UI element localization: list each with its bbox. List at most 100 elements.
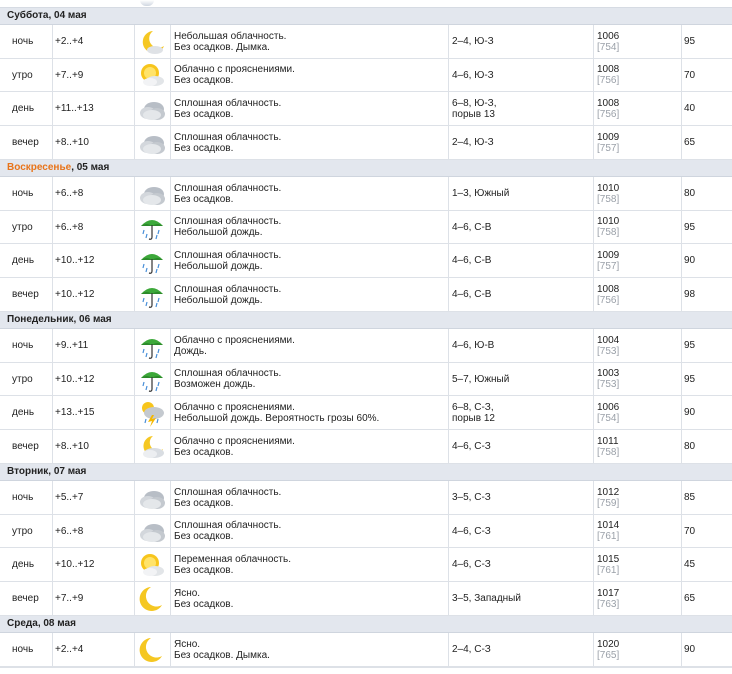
temperature: +6..+8 [55,211,135,243]
column-divider [593,92,594,125]
column-divider [170,244,171,277]
weather-description: Сплошная облачность. Без осадков. [174,177,449,210]
column-divider [52,126,53,159]
time-of-day-label: вечер [12,289,39,300]
day-name: Среда [7,618,38,629]
pressure-hpa: 1010 [597,216,620,227]
cloud-description: Сплошная облачность. [174,182,282,194]
humidity: 85 [684,481,724,514]
forecast-row: ночь +6..+8 Сплошная облачность. Без осадк… [0,177,732,211]
day-header: Суббота, 04 мая [0,8,732,25]
pressure: 1008 [756] [597,59,677,91]
column-divider [52,363,53,395]
day-date: , 08 мая [37,618,76,629]
weather-description: Небольшая облачность. Без осадков. Дымка. [174,25,449,58]
pressure: 1009 [757] [597,126,677,159]
wind-speed-direction: 4–6, Ю-З [452,69,494,81]
pressure: 1010 [758] [597,211,677,243]
thunderstorm-icon [138,399,166,427]
wind-lines: 4–6, С-В [452,289,491,300]
pressure-hpa: 1009 [597,249,620,261]
forecast-row: день +10..+12 Переменная облачность. Без о… [0,548,732,582]
pressure-hpa: 1004 [597,334,620,346]
wind: 2–4, Ю-З [452,25,592,58]
pressure-hpa: 1009 [597,131,620,143]
temperature-value: +11..+13 [55,103,94,114]
time-of-day: ночь [12,25,52,58]
precipitation-description: Небольшой дождь. Вероятность грозы 60%. [174,412,380,424]
wind-speed-direction: 6–8, С-З, [452,401,494,413]
pressure-mmhg: [756] [597,75,620,86]
temperature-value: +5..+7 [55,492,84,503]
day-header: Вторник, 07 мая [0,464,732,481]
weather-icon-cell [135,633,169,666]
humidity-value: 90 [684,407,696,418]
description-lines: Сплошная облачность. Возможен дождь. [174,368,281,390]
wind-speed-direction: 4–6, Ю-В [452,340,495,351]
weather-icon-cell [135,126,169,159]
pressure-lines: 1012 [759] [597,487,619,509]
pressure-hpa: 1011 [597,435,619,447]
pressure: 1008 [756] [597,278,677,311]
umbrella-rain-icon [138,281,166,309]
weather-description: Переменная облачность. Без осадков. [174,548,449,581]
temperature-value: +2..+4 [55,644,84,655]
wind: 4–6, С-З [452,430,592,463]
pressure-hpa: 1012 [597,486,620,498]
wind: 4–6, Ю-З [452,59,592,91]
humidity-value: 80 [684,441,696,452]
time-of-day: утро [12,363,52,395]
pressure-mmhg: [757] [597,142,620,154]
humidity-value: 45 [684,559,696,570]
humidity-value: 85 [684,492,696,503]
pressure-mmhg: [754] [597,412,620,424]
pressure-lines: 1008 [756] [597,98,619,120]
temperature-value: +8..+10 [55,441,89,452]
pressure-hpa: 1017 [597,587,620,599]
time-of-day: ночь [12,633,52,666]
pressure-lines: 1008 [756] [597,284,619,306]
weather-description: Облачно с прояснениями. Без осадков. [174,430,449,463]
humidity: 80 [684,430,724,463]
column-divider [52,481,53,514]
wind: 4–6, С-З [452,548,592,581]
humidity-value: 65 [684,137,696,148]
time-of-day-label: день [12,255,35,266]
cloud-description: Облачно с прояснениями. [174,334,295,346]
cloud-description: Сплошная облачность. [174,486,282,498]
temperature: +10..+12 [55,363,135,395]
pressure: 1009 [757] [597,244,677,277]
time-of-day-label: утро [12,221,33,233]
humidity-value: 90 [684,255,696,266]
pressure-hpa: 1015 [597,553,620,565]
column-divider [52,396,53,429]
cloud-description: Сплошная облачность. [174,97,282,109]
pressure-hpa: 1010 [597,182,620,194]
precipitation-description: Без осадков. [174,108,234,120]
pressure-mmhg: [756] [597,294,620,306]
weather-icon-cell [135,329,169,362]
pressure-hpa: 1008 [597,97,620,109]
time-of-day: ночь [12,329,52,362]
time-of-day-label: день [12,559,35,570]
column-divider [681,126,682,159]
column-divider [593,278,594,311]
time-of-day-label: день [12,407,35,418]
description-lines: Сплошная облачность. Без осадков. [174,520,281,542]
cloud-description: Небольшая облачность. [174,30,287,42]
pressure-mmhg: [761] [597,564,620,576]
weather-icon-cell [135,25,169,58]
forecast-row: день +11..+13 Сплошная облачность. Без оса… [0,92,732,126]
description-lines: Переменная облачность. Без осадков. [174,554,291,576]
weather-description: Сплошная облачность. Небольшой дождь. [174,211,449,243]
column-divider [170,177,171,210]
pressure-hpa: 1003 [597,368,620,379]
temperature: +2..+4 [55,633,135,666]
time-of-day-label: утро [12,525,33,537]
humidity-value: 95 [684,221,696,233]
pressure-mmhg: [754] [597,41,620,53]
time-of-day: вечер [12,430,52,463]
column-divider [52,92,53,125]
column-divider [593,177,594,210]
next-row-remnant [0,667,732,674]
